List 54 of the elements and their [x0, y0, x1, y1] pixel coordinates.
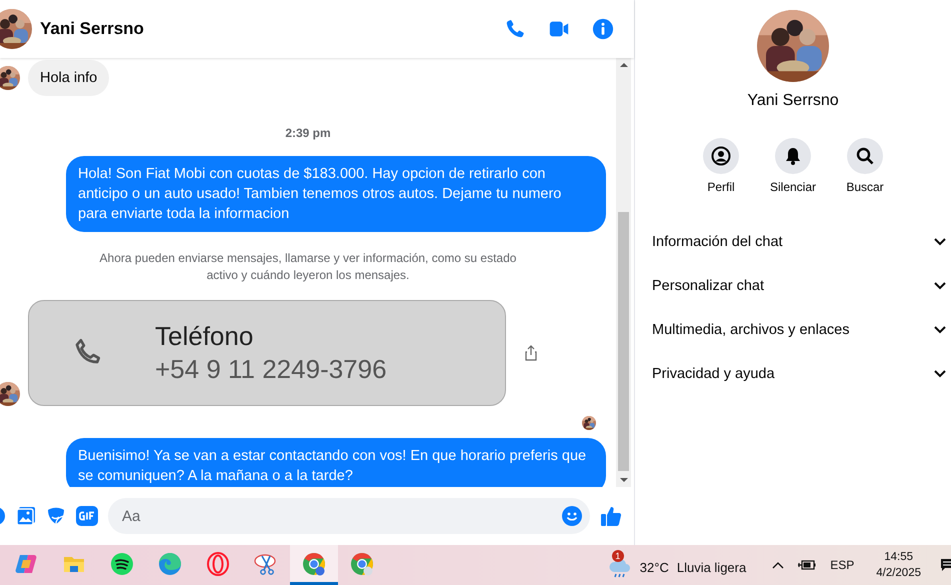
section-header[interactable]: Multimedia, archivos y enlaces — [635, 308, 951, 352]
message-input[interactable]: Aa — [120, 506, 562, 526]
chevron-up-icon[interactable] — [772, 561, 784, 569]
clock[interactable]: 14:55 4/2/2025 — [876, 551, 921, 579]
weather-widget[interactable]: 1 32°C Lluvia ligera — [608, 548, 746, 582]
gif-icon — [76, 506, 98, 526]
phone-number: +54 9 11 2249-3796 — [155, 354, 387, 385]
action-label: Buscar — [846, 180, 884, 194]
phone-icon[interactable] — [504, 18, 526, 40]
browser-icon — [302, 552, 326, 576]
profile-icon — [711, 146, 731, 166]
weather-text: Lluvia ligera — [676, 560, 746, 574]
sticker-icon[interactable] — [46, 506, 66, 526]
contact-name: Yani Serrsno — [747, 92, 839, 110]
search-icon — [855, 146, 875, 166]
bell-icon — [783, 146, 803, 166]
message-bubble: Hola info — [28, 60, 110, 96]
profile-button[interactable] — [703, 138, 739, 174]
contact-card[interactable]: Teléfono +54 9 11 2249-3796 — [28, 300, 506, 406]
contact-name: Yani Serrsno — [40, 19, 144, 39]
notification-badge: 1 — [612, 550, 624, 562]
search-button[interactable] — [847, 138, 883, 174]
wave-logo-icon — [158, 552, 182, 576]
share-icon[interactable] — [524, 345, 538, 361]
scissors-icon — [254, 552, 278, 576]
gif-button[interactable] — [76, 506, 98, 526]
scroll-down-icon[interactable] — [620, 477, 628, 483]
message-bubble: Hola! Son Fiat Mobi con cuotas de $183.000. Hay opcion de retirarlo con anticipo o un auto usado! Tambien tenemos otros autos. Dejame tu numero para enviarte toda la informacion — [66, 156, 606, 232]
scroll-up-icon[interactable] — [620, 62, 628, 68]
thumbs-up-icon[interactable] — [600, 505, 622, 527]
card-title: Teléfono — [155, 321, 254, 352]
action-label: Perfil — [707, 180, 735, 194]
photo-icon[interactable] — [16, 506, 36, 526]
ring-logo-icon — [206, 552, 230, 576]
section-header[interactable]: Información del chat — [635, 220, 951, 264]
battery-icon[interactable] — [798, 559, 816, 571]
info-icon[interactable] — [592, 18, 614, 40]
browser-icon — [350, 552, 374, 576]
action-label: Silenciar — [770, 180, 816, 194]
section-header[interactable]: Personalizar chat — [635, 264, 951, 308]
read-receipt-avatar — [582, 416, 596, 430]
notice-text: Ahora pueden enviarse mensajes, llamarse y ver información, como su estado activo y cuándo leyeron los mensajes. — [98, 250, 518, 284]
plus-icon[interactable] — [0, 506, 6, 526]
bell-button[interactable] — [775, 138, 811, 174]
section-header[interactable]: Privacidad y ayuda — [635, 352, 951, 396]
timestamp: 2:39 pm — [285, 126, 331, 140]
emoji-icon[interactable] — [562, 506, 582, 526]
message-bubble: Buenisimo! Ya se van a estar contactando con vos! En que horario preferis que se comuniquen? A la mañana o a la tarde? — [66, 438, 606, 487]
notifications-icon[interactable] — [941, 557, 951, 573]
temperature: 32°C — [640, 560, 669, 574]
language-indicator[interactable]: ESP — [830, 558, 854, 572]
message-field[interactable]: Aa — [108, 498, 590, 534]
sound-waves-icon — [110, 552, 134, 576]
scrollbar-thumb[interactable] — [618, 212, 629, 471]
